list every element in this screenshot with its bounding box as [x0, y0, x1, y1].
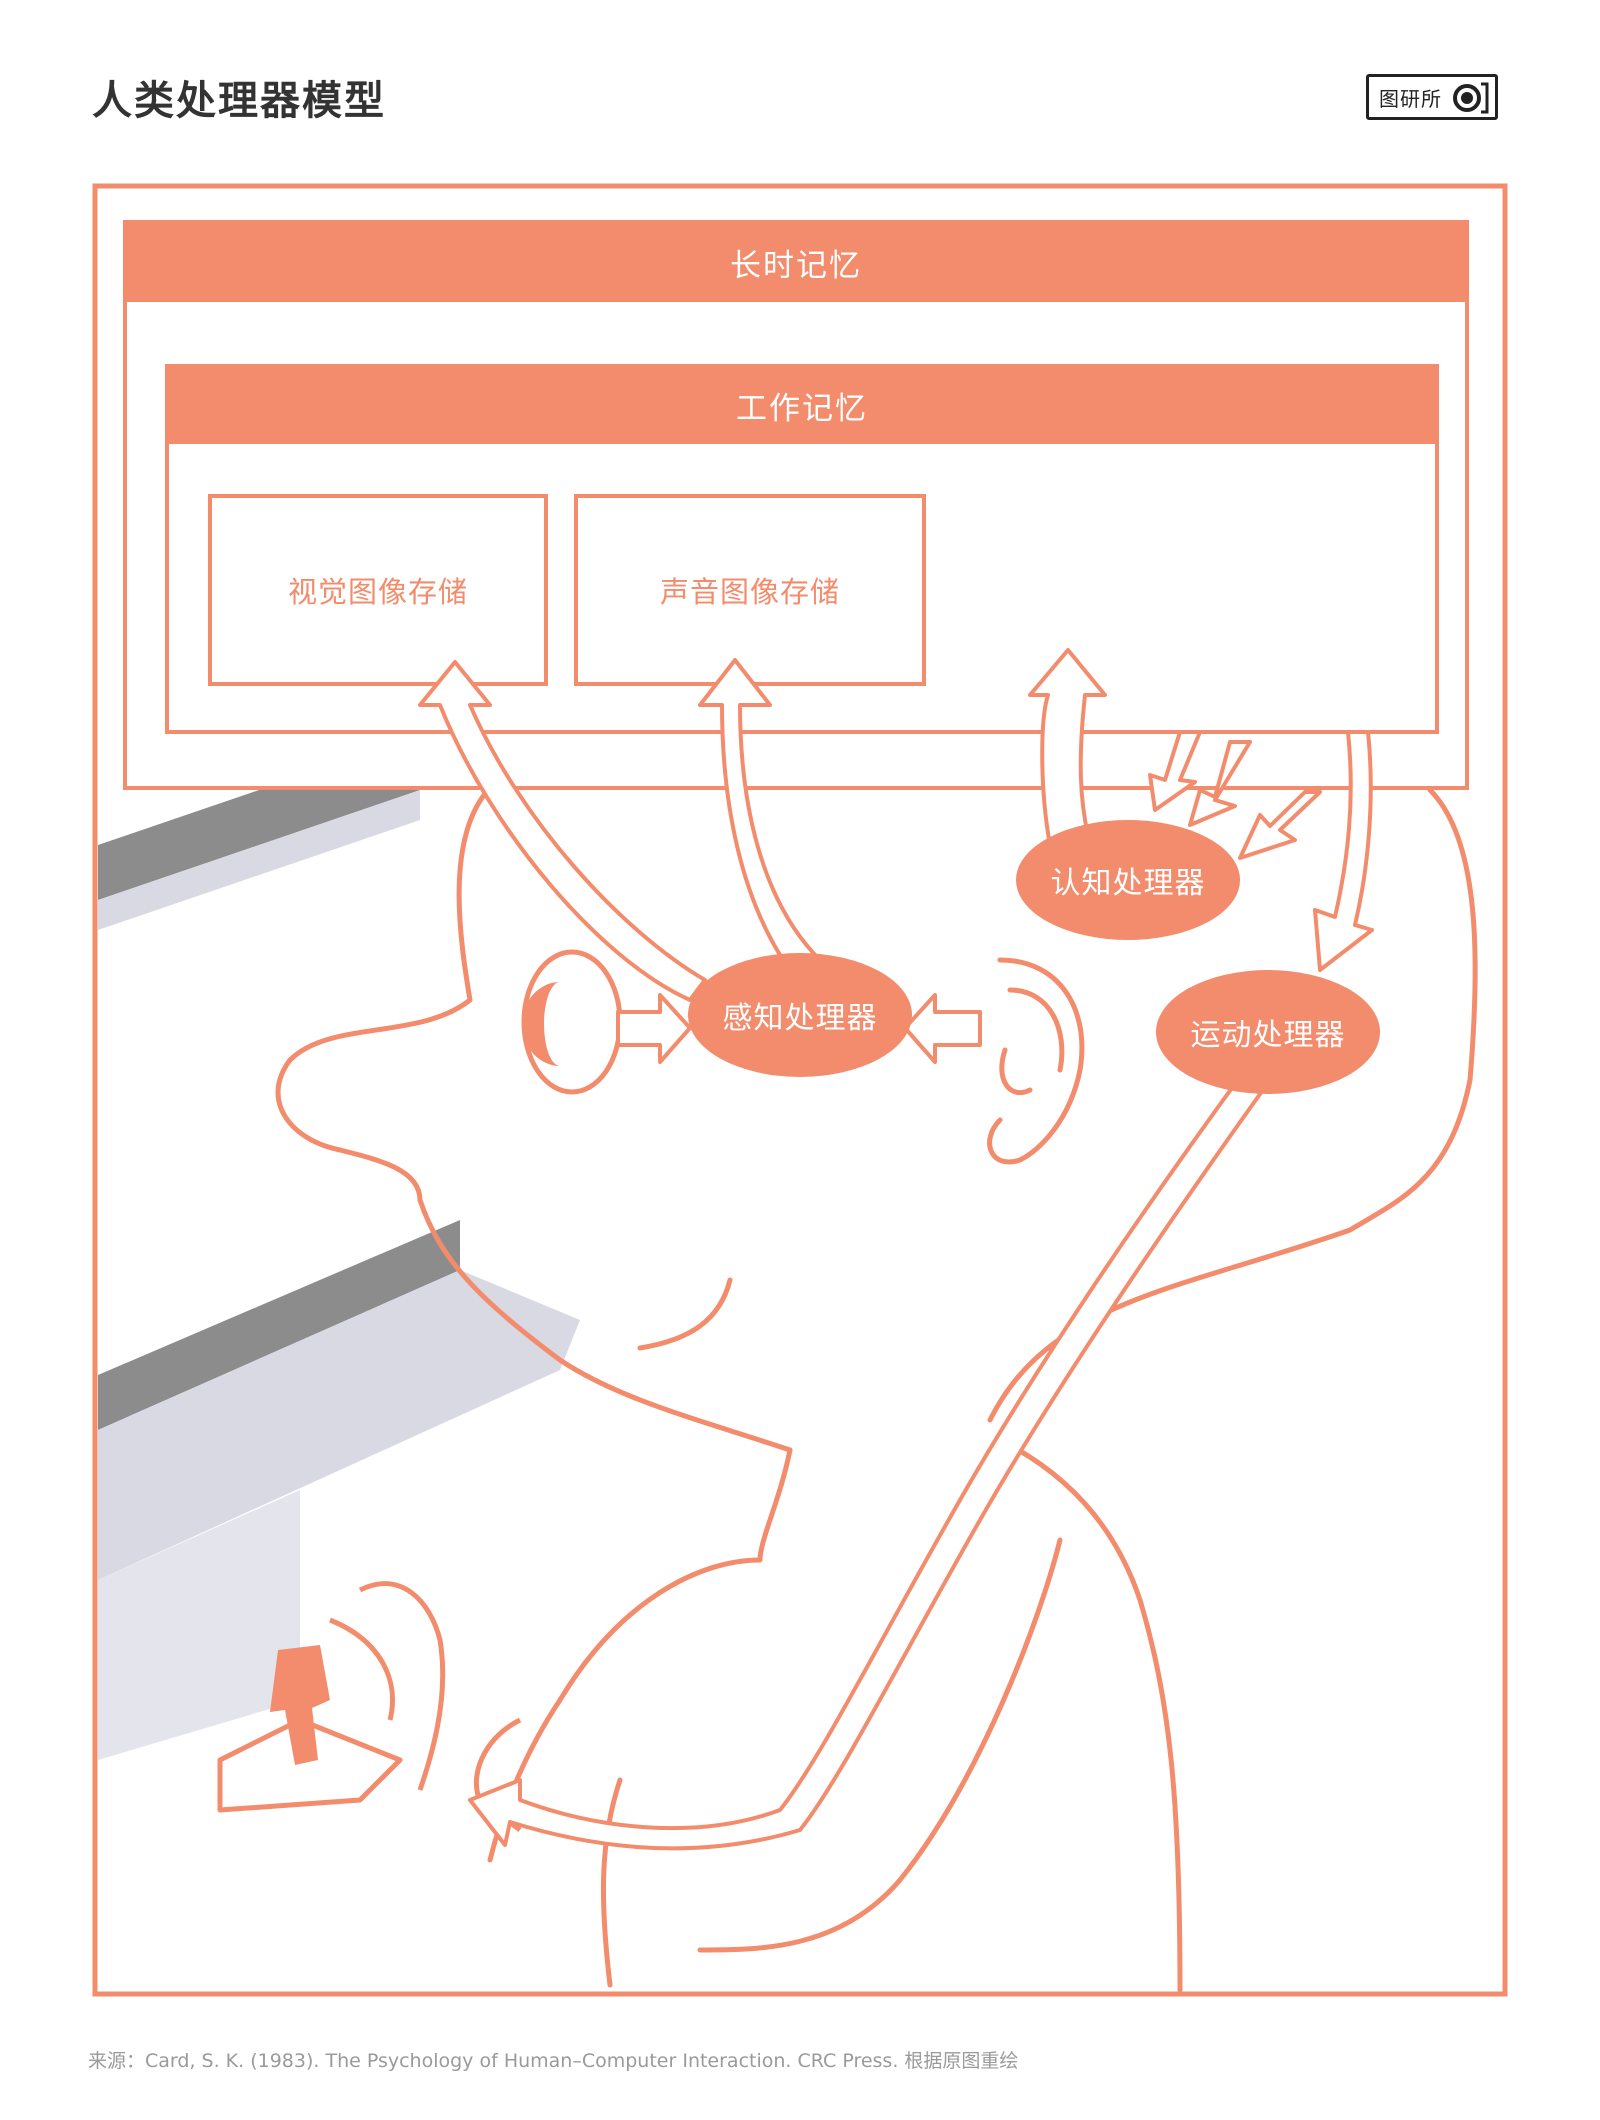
cognitive-processor-label: 认知处理器	[1050, 866, 1206, 901]
ear-icon	[987, 957, 1085, 1165]
flow-arrows	[418, 648, 1374, 1851]
working-memory-label: 工作记忆	[736, 390, 868, 427]
auditory-image-store-label: 声音图像存储	[659, 575, 840, 609]
visual-image-store-label: 视觉图像存储	[287, 575, 468, 609]
long-term-memory-label: 长时记忆	[730, 247, 862, 284]
perceptual-processor-label: 感知处理器	[722, 1001, 878, 1036]
source-citation: 来源：Card, S. K. (1983). The Psychology of…	[88, 2050, 1019, 2072]
motor-processor-label: 运动处理器	[1190, 1018, 1346, 1053]
monitor	[98, 735, 580, 1760]
eye-icon	[521, 949, 623, 1095]
